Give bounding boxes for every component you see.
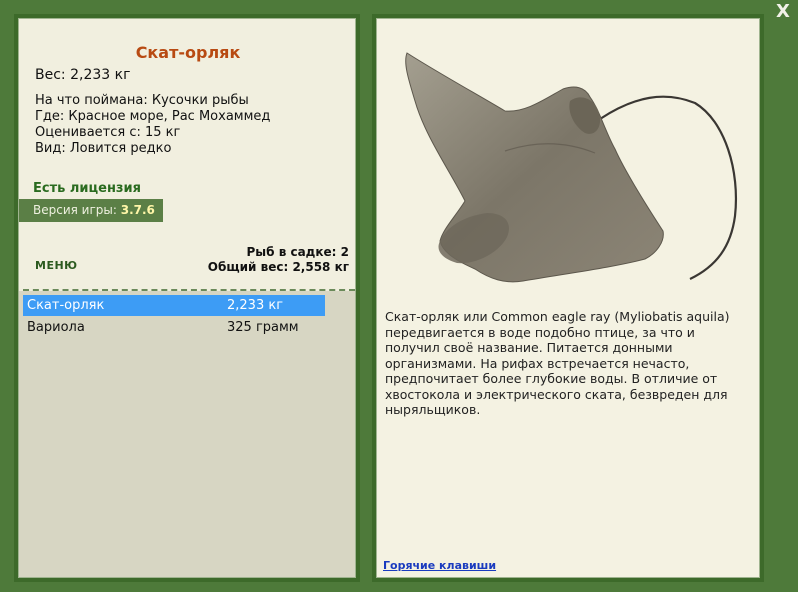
list-item-weight: 325 грамм <box>227 320 299 335</box>
eagle-ray-image <box>405 52 737 283</box>
divider <box>23 289 355 291</box>
fish-weight: Вес: 2,233 кг <box>35 67 131 83</box>
fish-info-content: Скат-орляк Вес: 2,233 кг На что поймана:… <box>18 18 356 578</box>
license-status: Есть лицензия <box>33 181 141 196</box>
cage-summary: Рыб в садке: 2 Общий вес: 2,558 кг <box>208 245 349 275</box>
close-icon[interactable]: X <box>776 1 790 22</box>
fish-kind: Вид: Ловится редко <box>35 141 172 156</box>
fish-title: Скат-орляк <box>135 43 241 62</box>
version-label: Версия игры: <box>33 203 117 217</box>
version-value: 3.7.6 <box>120 203 155 217</box>
list-item-name: Скат-орляк <box>27 298 105 313</box>
list-item[interactable]: Скат-орляк 2,233 кг <box>23 295 325 316</box>
hotkeys-link[interactable]: Горячие клавиши <box>383 559 496 572</box>
fish-bait: На что поймана: Кусочки рыбы <box>35 93 249 108</box>
close-button[interactable]: X <box>772 1 794 23</box>
fish-description: Скат-орляк или Common eagle ray (Mylioba… <box>385 309 730 417</box>
list-item-name: Вариола <box>27 320 85 335</box>
cage-count: Рыб в садке: 2 <box>246 245 350 259</box>
cage-total-weight: Общий вес: 2,558 кг <box>207 260 349 274</box>
fish-info-panel: Скат-орляк Вес: 2,233 кг На что поймана:… <box>14 14 360 582</box>
fish-detail-panel: Скат-орляк или Common eagle ray (Mylioba… <box>372 14 764 582</box>
menu-button[interactable]: МЕНЮ <box>35 259 78 272</box>
catch-list: Скат-орляк 2,233 кг Вариола 325 грамм <box>19 291 355 577</box>
fish-location: Где: Красное море, Рас Мохаммед <box>35 109 271 124</box>
version-badge: Версия игры: 3.7.6 <box>19 199 163 222</box>
list-item[interactable]: Вариола 325 грамм <box>23 317 325 338</box>
list-item-weight: 2,233 кг <box>227 298 284 313</box>
fish-detail-content: Скат-орляк или Common eagle ray (Mylioba… <box>376 18 760 578</box>
fish-valued: Оценивается с: 15 кг <box>35 125 181 140</box>
